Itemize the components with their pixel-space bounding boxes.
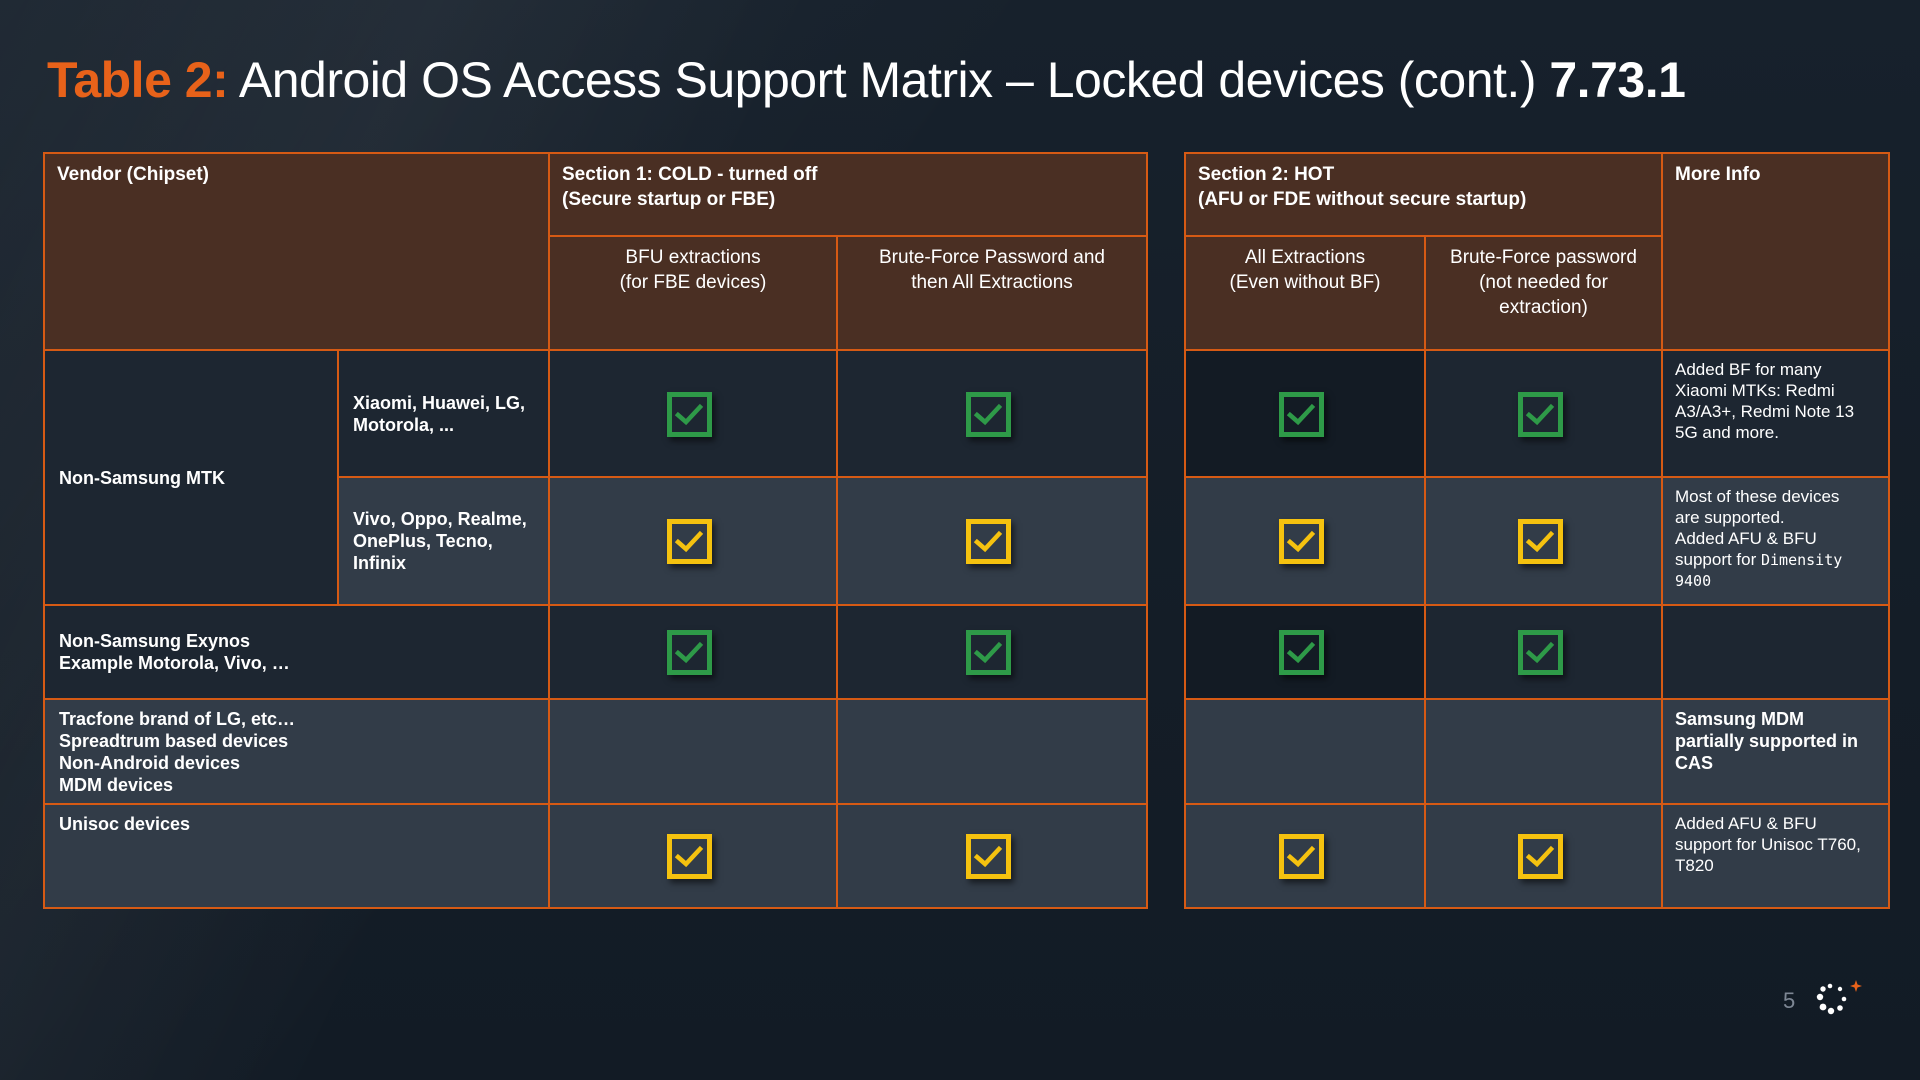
green-checkbox-icon bbox=[966, 630, 1011, 675]
cell-r4-bfcold bbox=[836, 698, 1148, 805]
vendor-line: Non-Samsung Exynos bbox=[59, 631, 251, 651]
yellow-checkbox-icon bbox=[667, 834, 712, 879]
info-line: Added AFU & BFU bbox=[1675, 814, 1817, 833]
green-checkbox-icon bbox=[966, 392, 1011, 437]
header-vendor-label: Vendor (Chipset) bbox=[57, 164, 210, 185]
info-line: partially supported in bbox=[1675, 731, 1859, 751]
vendor-row-3: Non-Samsung Exynos Example Motorola, Vivo… bbox=[43, 604, 550, 700]
info-r4: Samsung MDM partially supported in CAS bbox=[1661, 698, 1890, 805]
info-line: T820 bbox=[1675, 856, 1714, 875]
vendor-line: OnePlus, Tecno, bbox=[353, 531, 493, 551]
info-line: Samsung MDM bbox=[1675, 709, 1805, 729]
vendor-line: Spreadtrum based devices bbox=[59, 730, 289, 751]
more-info-label: More Info bbox=[1675, 164, 1761, 185]
cell-r4-allhot bbox=[1184, 698, 1426, 805]
info-r2: Most of these devices are supported. Add… bbox=[1661, 476, 1890, 606]
yellow-checkbox-icon bbox=[966, 519, 1011, 564]
title-main: Android OS Access Support Matrix – Locke… bbox=[228, 52, 1550, 108]
yellow-checkbox-icon bbox=[1518, 834, 1563, 879]
vendor-line: Xiaomi, Huawei, LG, bbox=[353, 392, 526, 413]
vendor-line: Infinix bbox=[353, 553, 406, 573]
green-checkbox-icon bbox=[1279, 630, 1324, 675]
vendor-row-2: Vivo, Oppo, Realme, OnePlus, Tecno, Infini… bbox=[337, 476, 550, 606]
vendor-line: Non-Android devices bbox=[59, 752, 241, 773]
header-text-line: (for FBE devices) bbox=[619, 272, 767, 293]
header-section2: Section 2: HOT (AFU or FDE without secur… bbox=[1184, 152, 1663, 237]
green-checkbox-icon bbox=[667, 392, 712, 437]
header-section1: Section 1: COLD - turned off (Secure sta… bbox=[548, 152, 1148, 237]
page-title: Table 2: Android OS Access Support Matri… bbox=[47, 50, 1686, 110]
info-line: 5G and more. bbox=[1675, 423, 1779, 442]
header-text-line: All Extractions bbox=[1244, 247, 1366, 268]
info-line: Most of these devices bbox=[1675, 487, 1840, 506]
header-more-info: More Info bbox=[1661, 152, 1890, 351]
title-version: 7.73.1 bbox=[1549, 52, 1686, 108]
section2-subtitle: (AFU or FDE without secure startup) bbox=[1198, 189, 1527, 210]
info-r3 bbox=[1661, 604, 1890, 700]
header-all-extractions: All Extractions (Even without BF) bbox=[1184, 235, 1426, 351]
chipset-model: 9400 bbox=[1675, 572, 1712, 590]
yellow-checkbox-icon bbox=[1518, 519, 1563, 564]
section2-title: Section 2: HOT bbox=[1198, 164, 1335, 185]
page-number: 5 bbox=[1783, 988, 1796, 1013]
header-text-line: Brute-Force password bbox=[1450, 247, 1637, 268]
green-checkbox-icon bbox=[1518, 630, 1563, 675]
vendor-line: Vivo, Oppo, Realme, bbox=[353, 509, 527, 529]
vendor-line: Unisoc devices bbox=[59, 814, 191, 834]
green-checkbox-icon bbox=[1279, 392, 1324, 437]
info-line: Added AFU & BFU bbox=[1675, 529, 1817, 548]
header-bf-hot: Brute-Force password (not needed for ext… bbox=[1424, 235, 1663, 351]
green-checkbox-icon bbox=[1518, 392, 1563, 437]
info-line: Added BF for many bbox=[1675, 360, 1822, 379]
vendor-group-mtk: Non-Samsung MTK bbox=[43, 349, 339, 606]
vendor-row-1: Xiaomi, Huawei, LG, Motorola, ... bbox=[337, 349, 550, 478]
header-bf-cold: Brute-Force Password and then All Extrac… bbox=[836, 235, 1148, 351]
header-text-line: Brute-Force Password and bbox=[879, 247, 1105, 268]
info-line: support for Unisoc T760, bbox=[1675, 835, 1861, 854]
vendor-line: Motorola, ... bbox=[353, 414, 454, 435]
cell-r4-bfhot bbox=[1424, 698, 1663, 805]
vendor-row-5: Unisoc devices bbox=[43, 803, 550, 909]
info-line: A3/A3+, Redmi Note 13 bbox=[1675, 402, 1855, 421]
header-text-line: (Even without BF) bbox=[1229, 272, 1381, 293]
header-bfu-extractions: BFU extractions (for FBE devices) bbox=[548, 235, 838, 351]
header-text-line: BFU extractions bbox=[625, 247, 761, 268]
vendor-line: Example Motorola, Vivo, … bbox=[59, 653, 290, 673]
vendor-row-4: Tracfone brand of LG, etc… Spreadtrum bas… bbox=[43, 698, 550, 805]
yellow-checkbox-icon bbox=[1279, 834, 1324, 879]
header-text-line: then All Extractions bbox=[911, 272, 1073, 293]
dotted-circle-spark-logo-icon bbox=[1812, 978, 1862, 1024]
chipset-name: Dimensity bbox=[1761, 551, 1843, 569]
yellow-checkbox-icon bbox=[1279, 519, 1324, 564]
info-line: CAS bbox=[1675, 753, 1714, 773]
info-line: support for bbox=[1675, 550, 1761, 569]
header-vendor: Vendor (Chipset) bbox=[43, 152, 550, 351]
info-line: are supported. bbox=[1675, 508, 1785, 527]
vendor-line: MDM devices bbox=[59, 774, 174, 795]
green-checkbox-icon bbox=[667, 630, 712, 675]
header-text-line: (not needed for bbox=[1479, 272, 1608, 293]
info-line: Xiaomi MTKs: Redmi bbox=[1675, 381, 1835, 400]
title-lead: Table 2: bbox=[47, 52, 229, 108]
info-r5: Added AFU & BFU support for Unisoc T760,… bbox=[1661, 803, 1890, 909]
yellow-checkbox-icon bbox=[966, 834, 1011, 879]
vendor-group-label: Non-Samsung MTK bbox=[59, 467, 225, 488]
header-text-line: extraction) bbox=[1499, 297, 1588, 318]
yellow-checkbox-icon bbox=[667, 519, 712, 564]
cell-r4-bfu bbox=[548, 698, 838, 805]
section1-subtitle: (Secure startup or FBE) bbox=[562, 189, 776, 210]
info-r1: Added BF for many Xiaomi MTKs: Redmi A3/… bbox=[1661, 349, 1890, 478]
section1-title: Section 1: COLD - turned off bbox=[562, 164, 818, 185]
vendor-line: Tracfone brand of LG, etc… bbox=[59, 708, 296, 729]
